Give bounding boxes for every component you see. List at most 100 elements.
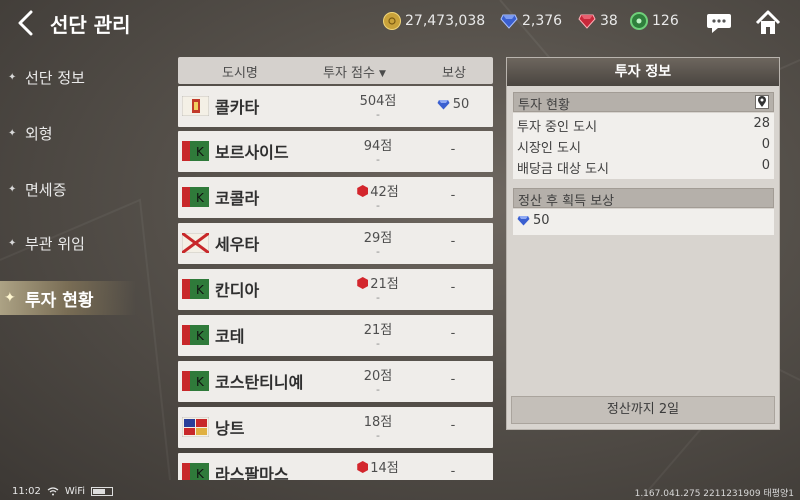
city-name: 세우타 — [215, 235, 260, 254]
home-icon — [755, 10, 781, 34]
currency-green: 126 — [630, 12, 679, 30]
sidebar-item-label: 면세증 — [25, 180, 67, 199]
back-button[interactable] — [10, 8, 40, 38]
reward-value: - — [450, 372, 456, 387]
red-hex-marker-icon — [357, 185, 369, 197]
score-sub: - — [376, 199, 380, 212]
red-hex-marker-icon — [357, 461, 369, 473]
page-title: 선단 관리 — [50, 13, 131, 37]
reward-value: 50 — [517, 213, 550, 228]
stat-label: 시장인 도시 — [517, 141, 581, 156]
city-name: 코스탄티니예 — [215, 373, 304, 392]
sidebar-item-label: 부관 위임 — [25, 234, 85, 253]
svg-text:K: K — [196, 329, 205, 343]
table-row[interactable]: 세우타 29점 - - — [178, 223, 493, 264]
section-title: 투자 현황 — [518, 98, 570, 113]
bullet-icon: ✦ — [8, 127, 17, 139]
sidebar-item-adjutant[interactable]: ✦ 부관 위임 — [0, 226, 170, 260]
score-value: 21점 — [363, 323, 393, 338]
flag-icon: K — [182, 325, 209, 345]
red-hex-marker-icon — [357, 277, 369, 289]
clock: 11:02 — [12, 485, 41, 497]
table-header: 도시명 투자 점수 ▼ 보상 — [178, 57, 493, 84]
score-sub: - — [376, 291, 380, 304]
sidebar-item-label: 투자 현황 — [25, 290, 94, 311]
column-header-reward[interactable]: 보상 — [442, 62, 466, 81]
reward-amount: 50 — [452, 97, 470, 112]
green-amount: 126 — [652, 13, 679, 29]
column-header-score[interactable]: 투자 점수 ▼ — [323, 62, 386, 81]
table-row[interactable]: K 코콜라 42점 - - — [178, 177, 493, 218]
blue-gem-icon — [500, 12, 518, 30]
reward-value: 50 — [426, 97, 480, 112]
score-sub: - — [376, 429, 380, 442]
sidebar-item-fleet-info[interactable]: ✦ 선단 정보 — [0, 60, 170, 94]
gold-coin-icon — [383, 12, 401, 30]
reward-value: - — [450, 464, 456, 479]
bullet-icon: ✦ — [8, 237, 17, 249]
city-name: 칸디아 — [215, 281, 260, 300]
sidebar-item-investment[interactable]: ✦ 투자 현황 — [0, 281, 170, 315]
sidebar-item-label: 선단 정보 — [25, 68, 85, 87]
svg-text:K: K — [196, 145, 205, 159]
bullet-icon: ✦ — [8, 71, 17, 83]
flag-icon: K — [182, 371, 209, 391]
settlement-countdown-button[interactable]: 정산까지 2일 — [511, 396, 775, 424]
city-list[interactable]: 콜카타 504점 - 50 K 보르사이드 94점 - - K 코콜라 42점 … — [178, 86, 493, 480]
score-value: 94점 — [363, 139, 393, 154]
red-gem-amount: 38 — [600, 13, 618, 29]
red-gem-icon — [578, 12, 596, 30]
table-row[interactable]: 콜카타 504점 - 50 — [178, 86, 493, 127]
battery-icon — [91, 486, 114, 496]
sidebar: ✦ 선단 정보 ✦ 외형 ✦ 면세증 ✦ 부관 위임 ✦ 투자 현황 — [0, 48, 170, 468]
sidebar-item-tax-exemption[interactable]: ✦ 면세증 — [0, 172, 170, 206]
investment-info-panel: 투자 정보 투자 현황 투자 중인 도시 28 시장인 도시 0 배당금 대상 … — [506, 57, 780, 430]
wifi-icon — [47, 486, 59, 495]
investment-status-header: 투자 현황 — [513, 92, 774, 113]
chat-bubble-icon — [707, 14, 731, 33]
reward-value: - — [450, 234, 456, 249]
section-title: 정산 후 획득 보상 — [518, 194, 615, 209]
score-amount: 21점 — [370, 277, 399, 292]
score-amount: 42점 — [370, 185, 399, 200]
reward-amount: 50 — [533, 213, 550, 228]
table-row[interactable]: K 보르사이드 94점 - - — [178, 131, 493, 172]
flag-icon: K — [182, 187, 209, 207]
reward-value: - — [450, 280, 456, 295]
score-value: 21점 — [328, 273, 428, 292]
score-value: 18점 — [363, 415, 393, 430]
table-row[interactable]: K 라스팔마스 14점 - - — [178, 453, 493, 480]
score-sub: - — [376, 153, 380, 166]
table-row[interactable]: 낭트 18점 - - — [178, 407, 493, 448]
city-name: 콜카타 — [215, 98, 260, 117]
table-row[interactable]: K 칸디아 21점 - - — [178, 269, 493, 310]
score-value: 20점 — [363, 369, 393, 384]
city-name: 라스팔마스 — [215, 465, 289, 480]
location-pin-icon — [758, 96, 766, 107]
score-sub: - — [328, 475, 428, 480]
stat-value: 0 — [761, 158, 770, 173]
score-value: 42점 — [328, 181, 428, 200]
score-sub: - — [376, 108, 380, 121]
sidebar-item-appearance[interactable]: ✦ 외형 — [0, 116, 170, 150]
bullet-icon: ✦ — [8, 183, 17, 195]
home-button[interactable] — [754, 9, 782, 37]
table-row[interactable]: K 코테 21점 - - — [178, 315, 493, 356]
city-name: 낭트 — [215, 419, 245, 438]
stat-label: 투자 중인 도시 — [517, 120, 598, 135]
reward-value: - — [450, 418, 456, 433]
flag-icon: K — [182, 463, 209, 480]
green-gear-icon — [630, 12, 648, 30]
map-location-button[interactable] — [755, 95, 769, 109]
sort-down-icon: ▼ — [378, 69, 386, 79]
flag-icon — [182, 96, 209, 116]
city-name: 보르사이드 — [215, 143, 289, 162]
score-amount: 14점 — [370, 461, 399, 476]
gold-amount: 27,473,038 — [405, 13, 486, 29]
build-info: 1.167.041.275 2211231909 태평양1 — [634, 489, 794, 499]
chat-button[interactable] — [706, 11, 732, 35]
flag-icon — [182, 233, 209, 253]
table-row[interactable]: K 코스탄티니예 20점 - - — [178, 361, 493, 402]
stat-label: 배당금 대상 도시 — [517, 162, 609, 177]
column-header-city[interactable]: 도시명 — [222, 62, 258, 81]
